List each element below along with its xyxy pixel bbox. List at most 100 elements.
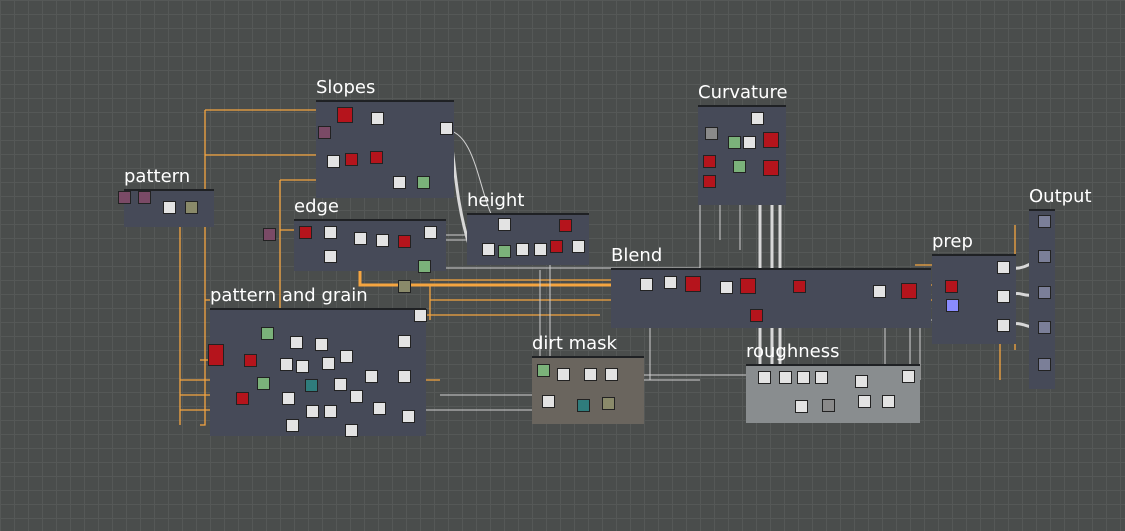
node[interactable] [705,127,718,140]
node[interactable] [516,243,529,256]
node[interactable] [365,370,378,383]
node[interactable] [398,235,411,248]
node[interactable] [728,136,741,149]
node[interactable] [763,132,779,148]
node[interactable] [402,410,415,423]
node[interactable] [542,395,555,408]
node[interactable] [758,371,771,384]
node[interactable] [296,360,309,373]
node[interactable] [557,368,570,381]
node[interactable] [779,371,792,384]
node[interactable] [685,276,701,292]
node[interactable] [882,395,895,408]
node[interactable] [305,379,318,392]
node[interactable] [373,402,386,415]
node[interactable] [354,232,367,245]
node[interactable] [261,327,274,340]
node[interactable] [257,377,270,390]
node[interactable] [946,299,959,312]
node[interactable] [534,243,547,256]
node[interactable] [793,280,806,293]
node[interactable] [482,243,495,256]
node[interactable] [997,290,1010,303]
node[interactable] [743,136,756,149]
output-node[interactable] [1038,215,1051,228]
node[interactable] [822,399,835,412]
node[interactable] [815,371,828,384]
node[interactable] [398,335,411,348]
node[interactable] [424,226,437,239]
node[interactable] [664,276,677,289]
node[interactable] [945,280,958,293]
node[interactable] [901,283,917,299]
node[interactable] [324,405,337,418]
node[interactable] [703,155,716,168]
node[interactable] [572,240,585,253]
node[interactable] [584,368,597,381]
node[interactable] [577,399,590,412]
node[interactable] [751,112,764,125]
node[interactable] [740,278,756,294]
node[interactable] [733,160,746,173]
node[interactable] [185,201,198,214]
node[interactable] [322,357,335,370]
output-node[interactable] [1038,321,1051,334]
node[interactable] [376,234,389,247]
node-pattern-input[interactable] [138,191,151,204]
node[interactable] [236,392,249,405]
node[interactable] [340,350,353,363]
node[interactable] [163,201,176,214]
output-node[interactable] [1038,358,1051,371]
node[interactable] [855,375,868,388]
node[interactable] [350,390,363,403]
node[interactable] [282,392,295,405]
node[interactable] [640,278,653,291]
node[interactable] [750,309,763,322]
node[interactable] [208,344,224,366]
node[interactable] [418,260,431,273]
node[interactable] [417,176,430,189]
node[interactable] [263,228,276,241]
output-node[interactable] [1038,286,1051,299]
node[interactable] [703,175,716,188]
node[interactable] [286,419,299,432]
node[interactable] [763,160,779,176]
node[interactable] [393,176,406,189]
node[interactable] [414,309,427,322]
node[interactable] [327,155,340,168]
node[interactable] [498,218,511,231]
node[interactable] [873,285,886,298]
node[interactable] [559,219,572,232]
node[interactable] [498,245,511,258]
node[interactable] [795,400,808,413]
node[interactable] [280,358,293,371]
node[interactable] [997,319,1010,332]
node[interactable] [720,281,733,294]
node[interactable] [345,424,358,437]
node[interactable] [315,338,328,351]
node[interactable] [345,153,358,166]
node[interactable] [797,371,810,384]
node[interactable] [858,395,871,408]
node[interactable] [299,226,312,239]
node[interactable] [318,126,331,139]
output-node[interactable] [1038,250,1051,263]
node[interactable] [997,261,1010,274]
node[interactable] [244,354,257,367]
node[interactable] [440,122,453,135]
node[interactable] [537,364,550,377]
node-pattern-input[interactable] [118,191,131,204]
node[interactable] [324,250,337,263]
node[interactable] [550,240,563,253]
node[interactable] [290,336,303,349]
node[interactable] [370,151,383,164]
node[interactable] [324,226,337,239]
node[interactable] [605,368,618,381]
node[interactable] [334,378,347,391]
node[interactable] [398,280,411,293]
node[interactable] [337,107,353,123]
node[interactable] [602,397,615,410]
node[interactable] [306,405,319,418]
node[interactable] [902,370,915,383]
node[interactable] [398,370,411,383]
